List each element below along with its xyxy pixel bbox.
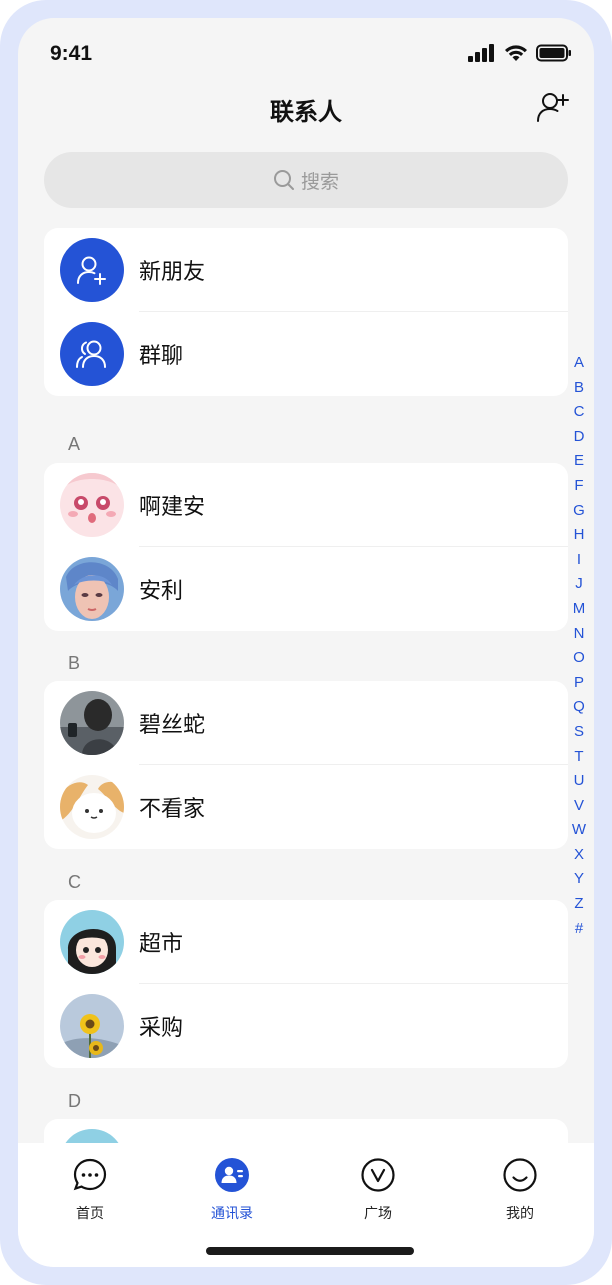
contact-list[interactable]: 新朋友 群聊 A 啊建安 安利 B 碧丝蛇 不看家 C 超市 采购 D (18, 228, 594, 1143)
alphabet-letter[interactable]: O (573, 646, 585, 671)
shortcuts-card: 新朋友 群聊 (44, 228, 568, 396)
new-friends-label: 新朋友 (139, 260, 206, 285)
group-icon (76, 340, 106, 368)
contact-name: 超市 (139, 932, 184, 957)
alphabet-letter[interactable]: J (575, 572, 583, 597)
plaza-v-icon (361, 1158, 395, 1192)
contact-item[interactable]: 超市 (44, 1119, 568, 1143)
contact-item[interactable]: 安利 (44, 547, 568, 631)
contacts-icon (215, 1158, 249, 1192)
home-indicator (206, 1247, 414, 1255)
tab-contacts[interactable]: 通讯录 (192, 1157, 272, 1223)
group-chat-item[interactable]: 群聊 (44, 312, 568, 396)
contact-avatar (60, 775, 124, 839)
tab-plaza-label: 广场 (364, 1206, 392, 1222)
contact-name: 不看家 (139, 797, 206, 822)
contact-name: 啊建安 (139, 495, 206, 520)
wifi-icon (505, 45, 527, 61)
contact-avatar (60, 910, 124, 974)
alphabet-letter[interactable]: Q (573, 695, 585, 720)
chat-bubble-icon (73, 1158, 107, 1191)
search-bar[interactable]: 搜索 (44, 152, 568, 208)
status-time: 9:41 (50, 42, 93, 65)
add-friend-button[interactable] (536, 90, 570, 124)
alphabet-letter[interactable]: Y (574, 867, 584, 892)
section-letter-c: C (68, 872, 81, 892)
section-letter-a: A (68, 434, 81, 454)
tab-home-label: 首页 (76, 1206, 104, 1222)
alphabet-letter[interactable]: S (574, 720, 584, 745)
section-card-d: 超市 (44, 1119, 568, 1143)
tab-plaza[interactable]: 广场 (338, 1157, 418, 1223)
alphabet-letter[interactable]: C (574, 400, 585, 425)
contact-item[interactable]: 碧丝蛇 (44, 681, 568, 765)
section-card-a: 啊建安 安利 (44, 463, 568, 631)
contact-item[interactable]: 不看家 (44, 765, 568, 849)
contact-avatar (60, 691, 124, 755)
section-letter-b: B (68, 653, 81, 673)
alphabet-letter[interactable]: B (574, 376, 584, 401)
contact-item[interactable]: 啊建安 (44, 463, 568, 547)
alphabet-letter[interactable]: N (574, 622, 585, 647)
tab-bar: 首页 通讯录 广场 我的 (18, 1143, 594, 1267)
contact-item[interactable]: 采购 (44, 984, 568, 1068)
smiley-icon (503, 1158, 537, 1192)
alphabet-letter[interactable]: Z (574, 892, 583, 917)
alphabet-letter[interactable]: I (577, 548, 581, 573)
alphabet-letter[interactable]: T (574, 745, 583, 770)
alphabet-letter[interactable]: F (574, 474, 583, 499)
alphabet-index[interactable]: A B C D E F G H I J M N O P Q S T U V W X Y Z # (568, 351, 590, 941)
contact-item[interactable]: 超市 (44, 900, 568, 984)
section-letter-d: D (68, 1091, 81, 1111)
contact-avatar (60, 557, 124, 621)
page-title: 联系人 (270, 98, 342, 126)
alphabet-letter[interactable]: H (574, 523, 585, 548)
section-card-c: 超市 采购 (44, 900, 568, 1068)
alphabet-letter[interactable]: # (575, 917, 583, 942)
search-placeholder: 搜索 (300, 170, 339, 193)
alphabet-letter[interactable]: M (573, 597, 586, 622)
battery-icon (536, 44, 571, 62)
new-friends-item[interactable]: 新朋友 (44, 228, 568, 312)
alphabet-letter[interactable]: G (573, 499, 585, 524)
contact-name: 安利 (139, 579, 184, 604)
search-icon (273, 170, 294, 190)
add-user-icon (537, 93, 569, 122)
alphabet-letter[interactable]: E (574, 449, 584, 474)
alphabet-letter[interactable]: W (572, 818, 586, 843)
new-friends-avatar (60, 238, 124, 302)
contact-name: 碧丝蛇 (139, 713, 206, 738)
signal-icon (468, 44, 494, 62)
contact-avatar (60, 994, 124, 1058)
tab-me[interactable]: 我的 (480, 1157, 560, 1223)
contact-avatar (60, 1129, 124, 1143)
device-frame: 9:41 联系人 搜索 新朋友 群聊 A 啊建安 安利 B 碧丝蛇 不看家 C … (0, 0, 612, 1285)
contact-avatar (60, 473, 124, 537)
tab-contacts-label: 通讯录 (211, 1206, 253, 1222)
tab-me-label: 我的 (506, 1206, 534, 1222)
section-card-b: 碧丝蛇 不看家 (44, 681, 568, 849)
group-chat-avatar (60, 322, 124, 386)
alphabet-letter[interactable]: P (574, 671, 584, 696)
group-chat-label: 群聊 (139, 344, 184, 369)
alphabet-letter[interactable]: A (574, 351, 584, 376)
alphabet-letter[interactable]: V (574, 794, 584, 819)
contact-name: 采购 (139, 1016, 184, 1041)
phone-screen: 9:41 联系人 搜索 新朋友 群聊 A 啊建安 安利 B 碧丝蛇 不看家 C … (18, 18, 594, 1267)
tab-home[interactable]: 首页 (50, 1157, 130, 1223)
alphabet-letter[interactable]: D (574, 425, 585, 450)
alphabet-letter[interactable]: U (574, 769, 585, 794)
alphabet-letter[interactable]: X (574, 843, 584, 868)
add-user-icon (77, 256, 106, 285)
status-icons (468, 44, 572, 62)
